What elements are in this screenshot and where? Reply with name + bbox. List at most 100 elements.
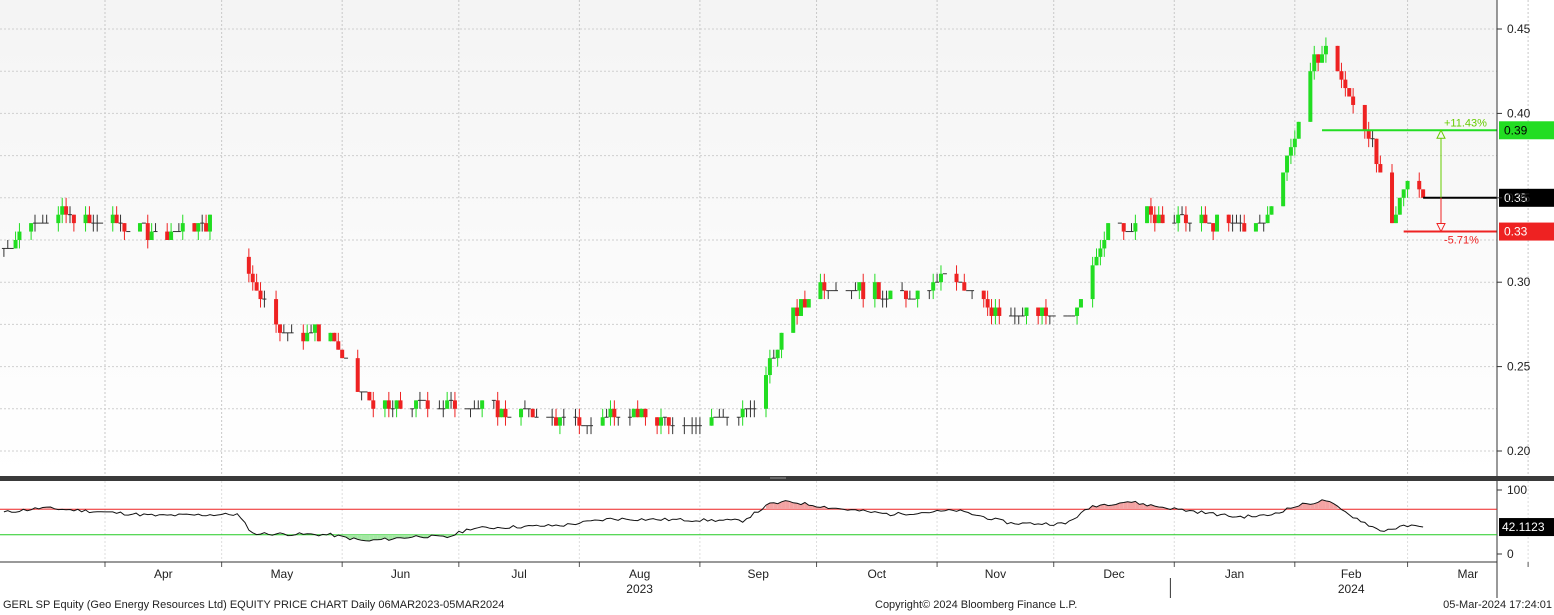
candle-body xyxy=(1102,240,1107,249)
y-tick-label: 0.20 xyxy=(1507,444,1531,458)
candle-body xyxy=(1094,256,1099,266)
candle-body xyxy=(740,408,745,418)
candle-body xyxy=(655,417,660,426)
candle-body xyxy=(1378,164,1383,173)
candle-body xyxy=(367,391,372,401)
overbought-fill xyxy=(1325,500,1330,510)
candle-body xyxy=(1215,214,1220,232)
x-month-label: May xyxy=(271,567,294,581)
candle-body xyxy=(1281,172,1286,207)
candle-body xyxy=(110,214,115,224)
candle-body xyxy=(495,400,500,418)
candle-body xyxy=(1316,54,1321,63)
candle-body xyxy=(519,408,524,418)
candle-body xyxy=(246,256,251,274)
candle-body xyxy=(1133,223,1138,232)
candle-body xyxy=(386,400,391,409)
candle-body xyxy=(445,400,450,409)
change-label: -5.71% xyxy=(1444,235,1479,247)
candle-body xyxy=(301,332,306,342)
candle-body xyxy=(340,349,345,359)
candle-body xyxy=(169,231,174,240)
candle-body xyxy=(643,408,648,418)
candle-body xyxy=(1296,121,1301,139)
candle-body xyxy=(328,332,333,342)
candle-body xyxy=(1417,180,1422,190)
overbought-fill xyxy=(785,500,790,510)
candle-body xyxy=(954,273,959,283)
candle-body xyxy=(1285,155,1290,173)
candle-body xyxy=(1075,307,1080,316)
candle-body xyxy=(87,214,92,224)
candle-body xyxy=(659,417,664,426)
candle-body xyxy=(666,417,671,426)
candle-body xyxy=(254,282,259,291)
candle-body xyxy=(822,282,827,291)
candle-body xyxy=(180,223,185,232)
candle-body xyxy=(1351,96,1356,105)
y-tick-label: 0.35 xyxy=(1507,191,1531,205)
x-month-label: Dec xyxy=(1103,567,1124,581)
candle-body xyxy=(631,408,636,418)
candle-body xyxy=(258,290,263,300)
x-month-label: Apr xyxy=(154,567,173,581)
candle-body xyxy=(557,417,562,426)
candle-body xyxy=(1421,189,1426,198)
x-month-label: Feb xyxy=(1341,567,1362,581)
candle-body xyxy=(250,273,255,283)
candle-body xyxy=(1106,223,1111,240)
candle-body xyxy=(277,324,282,333)
candle-body xyxy=(1024,307,1029,316)
candle-body xyxy=(165,231,170,240)
candle-body xyxy=(1366,130,1371,139)
candle-body xyxy=(1265,214,1270,224)
candle-body xyxy=(577,417,582,426)
candle-body xyxy=(989,307,994,316)
x-month-label: Mar xyxy=(1458,567,1479,581)
candle-body xyxy=(56,214,61,224)
candle-body xyxy=(1323,45,1328,55)
candle-body xyxy=(1308,71,1313,122)
candle-body xyxy=(1362,104,1367,131)
candle-body xyxy=(274,299,279,325)
candle-body xyxy=(612,408,617,418)
price-tag-label: 0.39 xyxy=(1504,123,1528,137)
chart-timestamp: 05-Mar-2024 17:24:01 xyxy=(1443,599,1552,611)
candle-body xyxy=(394,400,399,409)
candle-body xyxy=(1176,214,1181,224)
candle-body xyxy=(608,408,613,418)
copyright-notice: Copyright© 2024 Bloomberg Finance L.P. xyxy=(875,599,1078,611)
x-month-label: Oct xyxy=(867,567,886,581)
candle-body xyxy=(503,408,508,418)
candle-body xyxy=(600,417,605,426)
candle-body xyxy=(1040,307,1045,316)
candle-body xyxy=(1145,206,1150,224)
candle-body xyxy=(1098,248,1103,257)
candle-body xyxy=(962,282,967,291)
candle-body xyxy=(876,282,881,300)
candle-body xyxy=(398,400,403,409)
candle-body xyxy=(17,231,22,240)
candle-body xyxy=(1405,180,1410,190)
candle-body xyxy=(775,349,780,359)
candle-body xyxy=(1211,223,1216,232)
candle-body xyxy=(1199,214,1204,224)
candle-body xyxy=(1393,214,1398,224)
overbought-fill xyxy=(1119,502,1124,510)
candle-body xyxy=(1148,206,1153,215)
candle-body xyxy=(795,307,800,316)
overbought-fill xyxy=(1127,501,1132,510)
candle-body xyxy=(60,206,65,215)
candle-body xyxy=(499,408,504,418)
candle-body xyxy=(149,231,154,240)
oversold-fill xyxy=(373,534,378,540)
candle-body xyxy=(1347,88,1352,97)
candle-body xyxy=(993,307,998,316)
candle-body xyxy=(709,417,714,426)
candle-body xyxy=(1203,214,1208,224)
indicator-y-tick-label: 100 xyxy=(1507,483,1527,497)
candle-body xyxy=(1226,214,1231,224)
x-month-label: Aug xyxy=(629,567,650,581)
candle-body xyxy=(1160,214,1165,224)
indicator-panel-bg xyxy=(0,481,1497,562)
